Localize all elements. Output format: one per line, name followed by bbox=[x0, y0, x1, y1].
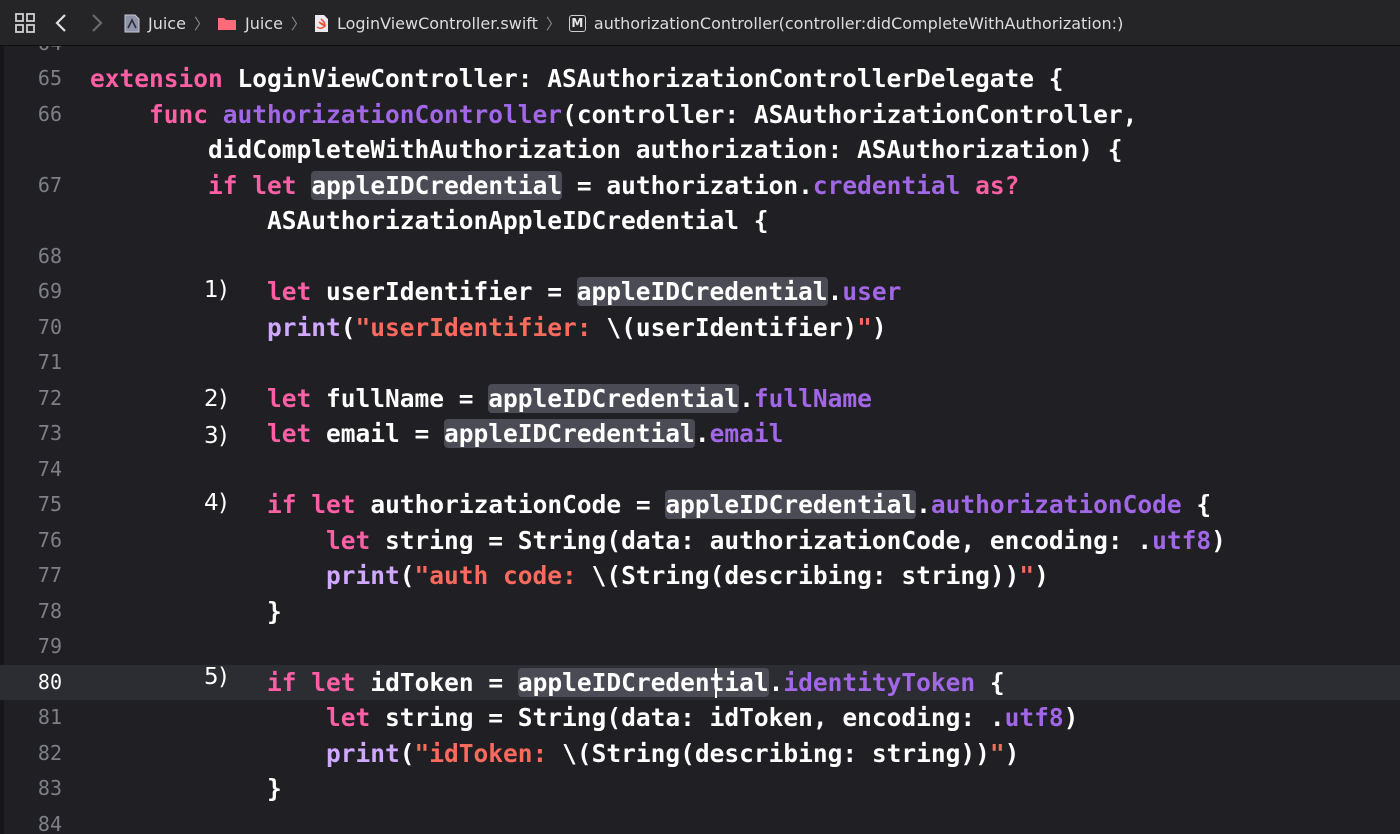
code-text: } bbox=[90, 597, 282, 626]
code-line-wrap[interactable]: didCompleteWithAuthorization authorizati… bbox=[0, 132, 1400, 167]
line-number: 79 bbox=[37, 634, 62, 658]
code-text: extension LoginViewController: ASAuthori… bbox=[90, 64, 1064, 93]
line-number: 77 bbox=[37, 563, 62, 587]
line-number: 68 bbox=[37, 244, 62, 268]
code-text: if let appleIDCredential = authorization… bbox=[208, 171, 1020, 200]
code-text: let string = String(data: authorizationC… bbox=[326, 526, 1226, 555]
breadcrumb-label: Juice bbox=[148, 13, 186, 33]
back-chevron-icon[interactable] bbox=[54, 0, 70, 46]
related-items-grid-icon[interactable] bbox=[14, 0, 36, 46]
breadcrumb-separator-icon: 〉 bbox=[290, 14, 306, 33]
step-annotation: 5) bbox=[204, 664, 228, 690]
method-badge: M bbox=[568, 14, 586, 32]
breadcrumb: Juice 〉 Juice 〉 LoginViewController.swif… bbox=[124, 0, 1123, 46]
breadcrumb-separator-icon: 〉 bbox=[193, 14, 209, 33]
breadcrumb-project[interactable]: Juice bbox=[124, 14, 186, 33]
line-number: 67 bbox=[37, 173, 62, 197]
step-annotation: 1) bbox=[204, 277, 228, 303]
code-text: ASAuthorizationAppleIDCredential { bbox=[90, 206, 769, 235]
line-number: 65 bbox=[37, 66, 62, 90]
code-line[interactable]: 79 bbox=[0, 629, 1400, 664]
code-line[interactable]: 82 print("idToken: \(String(describing: … bbox=[0, 736, 1400, 771]
symbol-highlight: appleIDCredential bbox=[311, 171, 563, 200]
code-text: let email = appleIDCredential.email bbox=[267, 419, 784, 448]
breadcrumb-label: LoginViewController.swift bbox=[336, 13, 538, 33]
code-line[interactable]: 67 if let appleIDCredential = authorizat… bbox=[0, 168, 1400, 203]
breadcrumb-method[interactable]: M authorizationController(controller:did… bbox=[568, 13, 1124, 33]
code-line[interactable]: 74 bbox=[0, 452, 1400, 487]
code-line[interactable]: 76 let string = String(data: authorizati… bbox=[0, 523, 1400, 558]
code-text: print("auth code: \(String(describing: s… bbox=[326, 561, 1049, 590]
line-number: 74 bbox=[37, 457, 62, 481]
line-number: 69 bbox=[37, 279, 62, 303]
breadcrumb-label: authorizationController(controller:didCo… bbox=[593, 13, 1124, 33]
symbol-highlight: appleIDCredential bbox=[576, 277, 828, 306]
symbol-highlight: appleIDCredential bbox=[488, 384, 740, 413]
code-line[interactable]: 66 func authorizationController(controll… bbox=[0, 97, 1400, 132]
line-number: 84 bbox=[37, 812, 62, 834]
code-line[interactable]: 64 bbox=[0, 46, 1400, 61]
line-number: 73 bbox=[37, 421, 62, 445]
project-icon bbox=[124, 14, 140, 33]
code-text: didCompleteWithAuthorization authorizati… bbox=[90, 135, 1123, 164]
line-number: 66 bbox=[37, 102, 62, 126]
code-text: print("userIdentifier: \(userIdentifier)… bbox=[267, 313, 887, 342]
text-caret bbox=[715, 668, 717, 698]
line-number: 64 bbox=[0, 46, 62, 61]
line-number: 83 bbox=[37, 776, 62, 800]
swift-file-icon bbox=[314, 14, 329, 33]
code-line[interactable]: 65 extension LoginViewController: ASAuth… bbox=[0, 61, 1400, 96]
step-annotation: 3) bbox=[204, 423, 228, 449]
folder-icon bbox=[217, 15, 237, 31]
code-text: if let authorizationCode = appleIDCreden… bbox=[267, 490, 1212, 519]
line-number: 82 bbox=[37, 741, 62, 765]
code-line[interactable]: 68 bbox=[0, 239, 1400, 274]
code-text: } bbox=[90, 774, 282, 803]
code-line[interactable]: 70 print("userIdentifier: \(userIdentifi… bbox=[0, 310, 1400, 345]
code-line[interactable]: 71 bbox=[0, 345, 1400, 380]
symbol-highlight: appleIDCredential bbox=[665, 490, 917, 519]
source-editor[interactable]: 64 65 extension LoginViewController: ASA… bbox=[0, 46, 1400, 834]
forward-chevron-icon[interactable] bbox=[88, 0, 104, 46]
line-number: 80 bbox=[37, 670, 62, 694]
code-line[interactable]: 77 print("auth code: \(String(describing… bbox=[0, 558, 1400, 593]
breadcrumb-label: Juice bbox=[244, 13, 283, 33]
breadcrumb-folder[interactable]: Juice bbox=[217, 14, 283, 33]
code-line[interactable]: 83 } bbox=[0, 771, 1400, 806]
code-line[interactable]: 81 let string = String(data: idToken, en… bbox=[0, 700, 1400, 735]
symbol-highlight: appleIDCredential bbox=[444, 419, 695, 448]
line-number: 71 bbox=[37, 350, 62, 374]
line-number: 81 bbox=[37, 705, 62, 729]
breadcrumb-separator-icon: 〉 bbox=[545, 14, 561, 33]
code-text: print("idToken: \(String(describing: str… bbox=[326, 739, 1020, 768]
code-line-wrap[interactable]: ASAuthorizationAppleIDCredential { bbox=[0, 203, 1400, 238]
line-number: 78 bbox=[37, 599, 62, 623]
symbol-highlight: appleIDCredential bbox=[517, 668, 769, 697]
code-text: func authorizationController(controller:… bbox=[149, 100, 1138, 129]
line-number: 75 bbox=[37, 492, 62, 516]
method-icon: M bbox=[568, 14, 586, 32]
line-number: 72 bbox=[37, 386, 62, 410]
line-number: 76 bbox=[37, 528, 62, 552]
breadcrumb-file[interactable]: LoginViewController.swift bbox=[314, 14, 538, 33]
jump-bar: Juice 〉 Juice 〉 LoginViewController.swif… bbox=[0, 0, 1400, 46]
code-text: let string = String(data: idToken, encod… bbox=[326, 703, 1079, 732]
code-line[interactable]: 78 } bbox=[0, 594, 1400, 629]
step-annotation: 4) bbox=[204, 490, 228, 516]
line-number: 70 bbox=[37, 315, 62, 339]
step-annotation: 2) bbox=[204, 386, 228, 412]
code-line[interactable]: 84 bbox=[0, 807, 1400, 834]
